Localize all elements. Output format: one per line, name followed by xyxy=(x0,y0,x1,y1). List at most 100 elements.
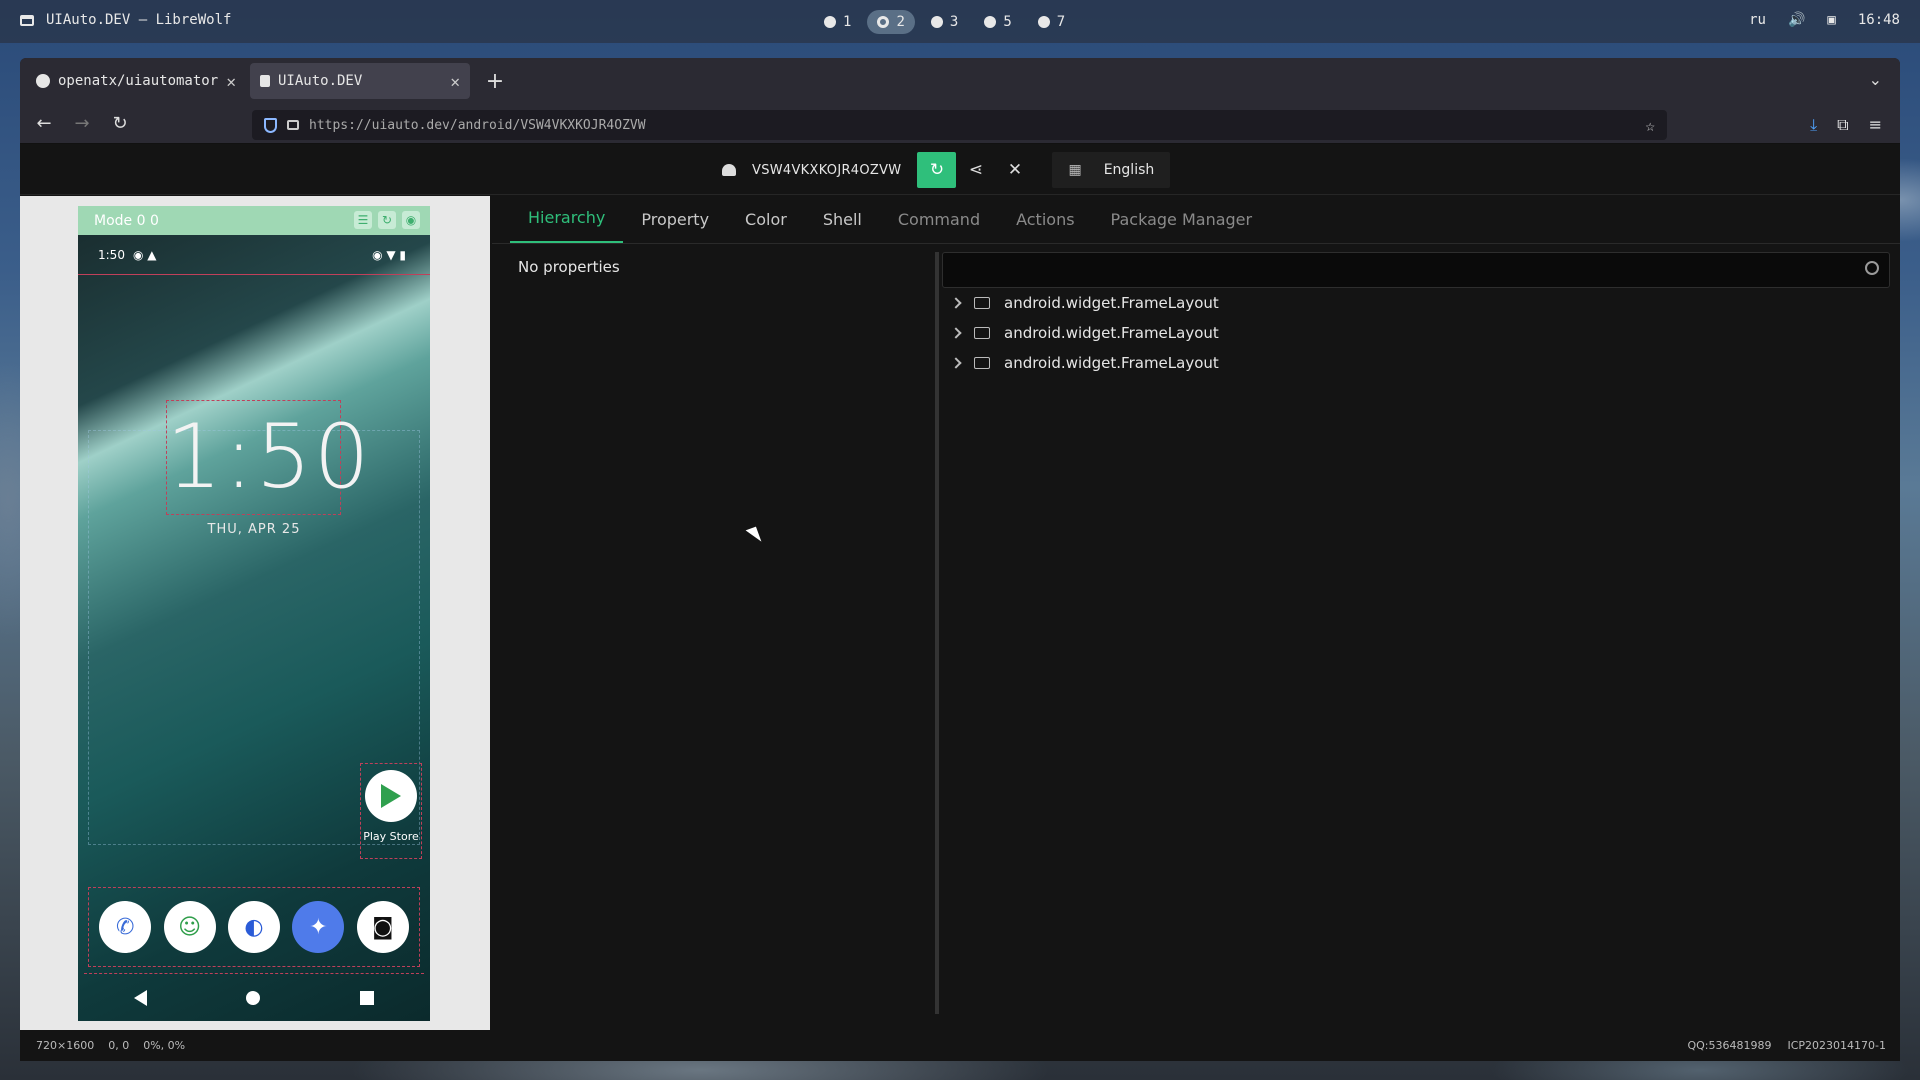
tree-node[interactable]: android.widget.FrameLayout xyxy=(944,288,1219,318)
hierarchy-tree: android.widget.FrameLayout android.widge… xyxy=(944,288,1219,378)
workspace-1[interactable]: 1 xyxy=(814,10,861,34)
tab-command[interactable]: Command xyxy=(880,210,998,243)
close-icon[interactable]: ✕ xyxy=(226,72,236,91)
status-line: 720×1600 0, 0 0%, 0% QQ:536481989 ICP202… xyxy=(20,1030,1900,1061)
tab-actions[interactable]: Actions xyxy=(998,210,1092,243)
window-title: UIAuto.DEV — LibreWolf xyxy=(46,12,232,28)
browser-app-icon[interactable]: ◐ xyxy=(227,901,280,953)
download-icon[interactable]: ⤓ xyxy=(1810,115,1817,135)
forward-button[interactable]: → xyxy=(70,113,94,134)
phone-screen[interactable]: 1:50 ◉ ▲ ◉ ▼ ▮ 1:50 THU, APR 25 Play Sto… xyxy=(78,235,430,1021)
search-icon[interactable] xyxy=(1865,261,1879,275)
record-icon[interactable]: ◉ xyxy=(402,211,420,229)
workspace-dot-icon xyxy=(877,16,890,28)
tree-node-label: android.widget.FrameLayout xyxy=(1004,324,1219,342)
favicon-icon xyxy=(260,75,270,87)
status-icons-left: ◉ ▲ xyxy=(132,247,157,262)
phone-panel: Mode 0 0 ☰ ↻ ◉ 1:50 ◉ ▲ ◉ ▼ ▮ 1:50 THU, … xyxy=(20,196,490,1030)
browser-tab-uiautomator2[interactable]: openatx/uiautomator2 ✕ xyxy=(26,63,246,99)
workspace-5[interactable]: 5 xyxy=(974,10,1021,34)
chevron-right-icon[interactable] xyxy=(950,297,962,309)
bookmark-star-icon[interactable]: ☆ xyxy=(1645,116,1655,135)
no-properties-text: No properties xyxy=(518,258,620,276)
lockscreen-date: THU, APR 25 xyxy=(207,522,301,537)
percent-readout: 0%, 0% xyxy=(143,1039,186,1052)
phone-back-icon[interactable] xyxy=(133,989,147,1006)
window-title-area: UIAuto.DEV — LibreWolf xyxy=(20,12,231,28)
tree-node[interactable]: android.widget.FrameLayout xyxy=(944,348,1219,378)
camera-app-icon[interactable]: ◙ xyxy=(356,901,409,953)
disconnect-button[interactable]: ✕ xyxy=(995,152,1034,188)
extensions-icon[interactable]: ⧉ xyxy=(1837,115,1848,135)
mode-label: Mode 0 0 xyxy=(94,212,159,229)
device-toolbar: VSW4VKXKOJR4OZVW ↻ ⋖ ✕ ▦ English xyxy=(20,144,1900,195)
window-icon xyxy=(20,14,34,26)
folder-icon xyxy=(974,327,990,339)
workspace-3[interactable]: 3 xyxy=(921,10,968,34)
play-store-label: Play Store xyxy=(363,830,419,843)
uiauto-page: VSW4VKXKOJR4OZVW ↻ ⋖ ✕ ▦ English Mode 0 … xyxy=(20,144,1900,1061)
github-icon xyxy=(36,74,50,88)
play-store-app[interactable]: Play Store xyxy=(360,763,422,859)
folder-icon xyxy=(974,357,990,369)
phone-home-icon[interactable] xyxy=(246,990,261,1005)
tab-list-chevron-icon[interactable]: ⌄ xyxy=(1869,70,1882,89)
phone-recents-icon[interactable] xyxy=(360,990,375,1005)
tab-package-manager[interactable]: Package Manager xyxy=(1093,210,1271,243)
lock-icon[interactable] xyxy=(287,120,299,130)
panel-resize-handle[interactable] xyxy=(935,252,939,1014)
tab-bar: openatx/uiautomator2 ✕ UIAuto.DEV ✕ + ⌄ xyxy=(20,58,1900,104)
tab-property[interactable]: Property xyxy=(623,210,727,243)
keyboard-layout[interactable]: ru xyxy=(1749,12,1766,28)
icp-link[interactable]: ICP2023014170-1 xyxy=(1787,1039,1886,1052)
tab-shell[interactable]: Shell xyxy=(805,210,880,243)
shield-icon[interactable] xyxy=(264,117,277,133)
workspace-switcher: 1 2 3 5 7 xyxy=(814,10,1075,34)
phone-status-time: 1:50 xyxy=(98,247,125,262)
list-icon[interactable]: ☰ xyxy=(354,211,372,229)
workspace-7[interactable]: 7 xyxy=(1028,10,1075,34)
language-label: English xyxy=(1103,162,1155,178)
tree-node[interactable]: android.widget.FrameLayout xyxy=(944,318,1219,348)
assistant-app-icon[interactable]: ✦ xyxy=(292,901,345,953)
workspace-dot-icon xyxy=(984,16,997,28)
device-serial: VSW4VKXKOJR4OZVW xyxy=(752,162,902,178)
qq-contact: QQ:536481989 xyxy=(1687,1039,1772,1052)
inspector-panel: Hierarchy Property Color Shell Command A… xyxy=(492,196,1900,1030)
sync-icon[interactable]: ↻ xyxy=(378,211,396,229)
android-icon xyxy=(722,164,736,176)
tab-color[interactable]: Color xyxy=(727,210,805,243)
url-bar[interactable]: https://uiauto.dev/android/VSW4VKXKOJR4O… xyxy=(252,110,1667,140)
language-selector[interactable]: ▦ English xyxy=(1052,152,1171,188)
chevron-right-icon[interactable] xyxy=(950,327,962,339)
menu-icon[interactable]: ≡ xyxy=(1869,115,1882,135)
workspace-2[interactable]: 2 xyxy=(867,10,915,34)
screen-icon[interactable]: ▣ xyxy=(1827,12,1835,28)
phone-status-bar[interactable]: 1:50 ◉ ▲ ◉ ▼ ▮ xyxy=(78,235,430,275)
messages-app-icon[interactable]: ☺ xyxy=(163,901,216,953)
url-text[interactable]: https://uiauto.dev/android/VSW4VKXKOJR4O… xyxy=(309,118,646,133)
tree-node-label: android.widget.FrameLayout xyxy=(1004,354,1219,372)
coords-readout: 0, 0 xyxy=(108,1039,130,1052)
tray-clock[interactable]: 16:48 xyxy=(1858,12,1900,28)
share-button[interactable]: ⋖ xyxy=(956,152,995,188)
new-tab-button[interactable]: + xyxy=(480,69,510,94)
browser-tab-uiauto[interactable]: UIAuto.DEV ✕ xyxy=(250,63,470,99)
reload-button[interactable]: ↻ xyxy=(108,113,132,134)
hierarchy-search-input[interactable] xyxy=(942,252,1890,288)
system-tray: ru 🔊 ▣ 16:48 xyxy=(1749,12,1900,28)
status-icons-right: ◉ ▼ ▮ xyxy=(372,248,406,262)
close-icon[interactable]: ✕ xyxy=(450,72,460,91)
tree-node-label: android.widget.FrameLayout xyxy=(1004,294,1219,312)
app-dock: ✆ ☺ ◐ ✦ ◙ xyxy=(88,887,420,967)
volume-icon[interactable]: 🔊 xyxy=(1788,12,1805,28)
tab-hierarchy[interactable]: Hierarchy xyxy=(510,208,624,243)
phone-app-icon[interactable]: ✆ xyxy=(99,901,152,953)
toolbar-right: ⤓ ⧉ ≡ xyxy=(1810,115,1882,135)
workspace-dot-icon xyxy=(824,16,836,28)
back-button[interactable]: ← xyxy=(32,113,56,134)
workspace-dot-icon xyxy=(930,16,943,28)
resolution-readout: 720×1600 xyxy=(36,1039,95,1052)
chevron-right-icon[interactable] xyxy=(950,357,962,369)
refresh-button[interactable]: ↻ xyxy=(917,152,957,188)
